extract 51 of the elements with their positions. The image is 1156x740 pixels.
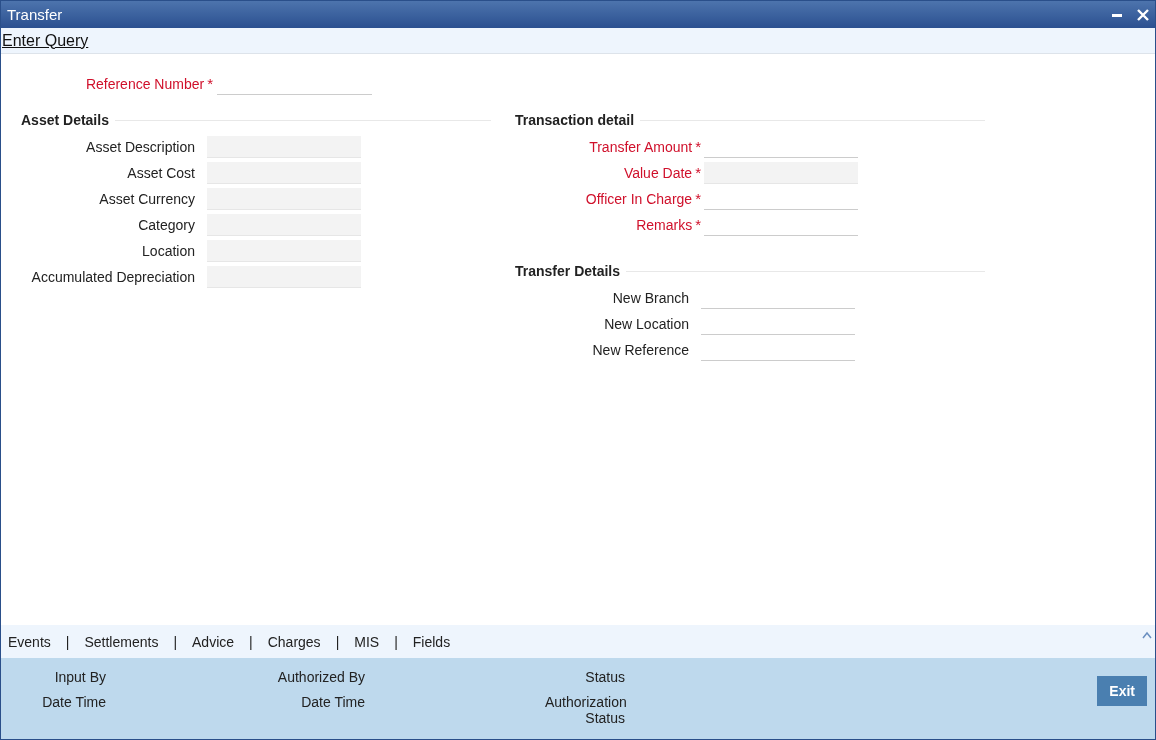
required-asterisk: * xyxy=(207,76,213,91)
window-title: Transfer xyxy=(7,6,64,23)
tab-separator: | xyxy=(335,633,340,650)
required-asterisk: * xyxy=(695,191,701,206)
tab-separator: | xyxy=(249,633,253,650)
required-asterisk: * xyxy=(695,139,701,154)
input-field[interactable] xyxy=(207,162,361,184)
field-label: Asset Currency xyxy=(99,191,195,207)
collapse-caret-icon[interactable] xyxy=(1142,631,1152,639)
input-field[interactable] xyxy=(207,240,361,262)
input-field[interactable] xyxy=(207,188,361,210)
required-asterisk: * xyxy=(695,165,701,180)
field-label: Officer In Charge xyxy=(585,191,693,207)
footer-tab[interactable]: Advice xyxy=(192,633,235,650)
audit-label: Input By xyxy=(54,669,106,685)
footer-tab[interactable]: Events xyxy=(8,633,51,650)
enter-query-link[interactable]: Enter Query xyxy=(1,31,89,50)
field-label: New Location xyxy=(604,316,689,332)
tab-separator: | xyxy=(173,633,178,650)
section-title: Transfer Details xyxy=(515,263,621,279)
audit-label: Date Time xyxy=(301,694,365,710)
section-title: Asset Details xyxy=(21,112,109,128)
field-label: Location xyxy=(142,243,195,259)
exit-button[interactable]: Exit xyxy=(1097,676,1147,706)
field-label: Remarks xyxy=(636,217,693,233)
field-label: Asset Cost xyxy=(127,165,195,181)
audit-label: Status xyxy=(584,669,625,685)
footer-tab[interactable]: MIS xyxy=(354,633,380,650)
audit-label: Date Time xyxy=(42,694,106,710)
field-label: Reference Number xyxy=(85,76,205,92)
field-label: Category xyxy=(138,217,195,233)
footer-tab[interactable]: Settlements xyxy=(84,633,159,650)
input-field[interactable] xyxy=(207,136,361,158)
tab-separator: | xyxy=(394,633,398,650)
field-label: New Branch xyxy=(612,290,689,306)
field-label: New Reference xyxy=(592,342,689,358)
input-field[interactable] xyxy=(207,266,361,288)
input-field[interactable] xyxy=(704,162,858,184)
footer-tab[interactable]: Fields xyxy=(412,633,451,650)
audit-label: Authorization Status xyxy=(545,694,625,726)
close-icon[interactable] xyxy=(1137,8,1149,21)
tab-separator: | xyxy=(65,633,70,650)
required-asterisk: * xyxy=(695,217,701,232)
audit-label: Authorized By xyxy=(277,669,365,685)
field-label: Transfer Amount xyxy=(589,139,693,155)
input-field[interactable] xyxy=(207,214,361,236)
field-label: Value Date xyxy=(623,165,693,181)
field-label: Asset Description xyxy=(86,139,195,155)
field-label: Accumulated Depreciation xyxy=(31,269,195,285)
section-title: Transaction detail xyxy=(515,112,635,128)
footer-tab[interactable]: Charges xyxy=(267,633,321,650)
